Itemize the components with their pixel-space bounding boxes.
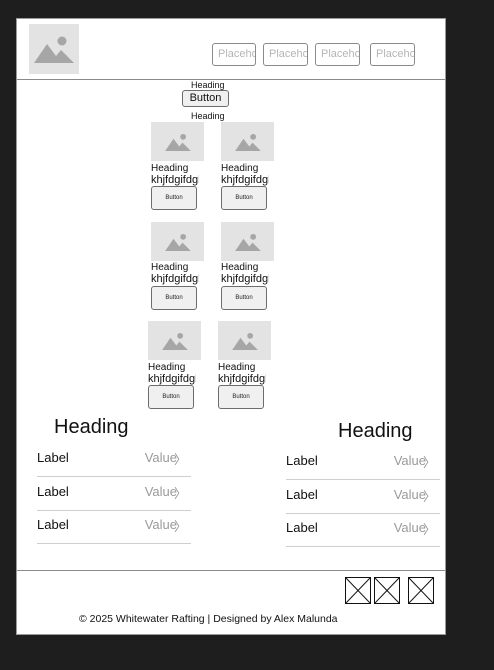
image-placeholder-icon [234, 133, 261, 151]
card-text: khjfdgifdgh [221, 174, 269, 186]
card-button[interactable]: Button [151, 186, 197, 210]
list-row[interactable]: Label Value 〉 [286, 446, 440, 480]
hero-heading-bottom: Heading [191, 111, 225, 121]
card-image [221, 222, 274, 261]
list-row[interactable]: Label Value 〉 [286, 513, 440, 547]
image-placeholder-icon [164, 233, 191, 251]
chevron-right-icon: 〉 [422, 522, 436, 537]
chevron-right-icon: 〉 [422, 455, 436, 470]
copyright-text: © 2025 Whitewater Rafting | Designed by … [79, 613, 338, 625]
chevron-right-icon: 〉 [173, 452, 187, 467]
card-text: khjfdgifdgh [221, 273, 269, 285]
image-placeholder-icon [34, 36, 74, 63]
row-value: Value [144, 517, 177, 532]
row-value: Value [393, 487, 426, 502]
card-button[interactable]: Button [151, 286, 197, 310]
image-placeholder-icon [161, 332, 188, 350]
hero-heading-top: Heading [191, 80, 225, 90]
card-button[interactable]: Button [148, 385, 194, 409]
hero-button[interactable]: Button [182, 90, 229, 107]
row-label: Label [286, 487, 318, 502]
card-heading: Heading [151, 262, 189, 273]
nav-field-4[interactable]: Placeholder [370, 43, 415, 66]
card-text: khjfdgifdgh [151, 174, 199, 186]
x-placeholder-icon[interactable] [345, 577, 371, 604]
row-value: Value [393, 453, 426, 468]
card-image [151, 222, 204, 261]
card-button[interactable]: Button [221, 186, 267, 210]
row-label: Label [286, 520, 318, 535]
row-label: Label [37, 517, 69, 532]
image-placeholder-icon [231, 332, 258, 350]
card-button[interactable]: Button [218, 385, 264, 409]
card-heading: Heading [218, 362, 256, 373]
card-heading: Heading [221, 163, 259, 174]
x-placeholder-icon[interactable] [374, 577, 400, 604]
card-heading: Heading [148, 362, 186, 373]
card-image [218, 321, 271, 360]
image-placeholder-icon [234, 233, 261, 251]
card-text: khjfdgifdgh [218, 373, 266, 385]
footer-divider [17, 570, 445, 571]
nav-field-1[interactable]: Placeholder [212, 43, 256, 66]
list-row[interactable]: Label Value 〉 [37, 477, 191, 511]
row-label: Label [37, 484, 69, 499]
x-placeholder-icon[interactable] [408, 577, 434, 604]
logo-image[interactable] [29, 24, 79, 74]
card-heading: Heading [151, 163, 189, 174]
page-frame: Placeholder Placeholder Placeholder Plac… [16, 18, 446, 635]
list-row[interactable]: Label Value 〉 [286, 480, 440, 514]
list-heading-left: Heading [54, 416, 129, 438]
list-heading-right: Heading [338, 420, 413, 442]
nav-field-2[interactable]: Placeholder [263, 43, 308, 66]
nav-field-3[interactable]: Placeholder [315, 43, 360, 66]
list-row[interactable]: Label Value 〉 [37, 510, 191, 544]
card-image [151, 122, 204, 161]
row-label: Label [37, 450, 69, 465]
chevron-right-icon: 〉 [173, 519, 187, 534]
header-divider [17, 79, 445, 80]
row-divider [286, 546, 440, 547]
row-value: Value [144, 484, 177, 499]
card-text: khjfdgifdgh [148, 373, 196, 385]
chevron-right-icon: 〉 [422, 489, 436, 504]
card-heading: Heading [221, 262, 259, 273]
row-value: Value [144, 450, 177, 465]
row-value: Value [393, 520, 426, 535]
card-button[interactable]: Button [221, 286, 267, 310]
card-image [148, 321, 201, 360]
chevron-right-icon: 〉 [173, 486, 187, 501]
list-row[interactable]: Label Value 〉 [37, 443, 191, 477]
card-image [221, 122, 274, 161]
row-label: Label [286, 453, 318, 468]
image-placeholder-icon [164, 133, 191, 151]
card-text: khjfdgifdgh [151, 273, 199, 285]
row-divider [37, 543, 191, 544]
